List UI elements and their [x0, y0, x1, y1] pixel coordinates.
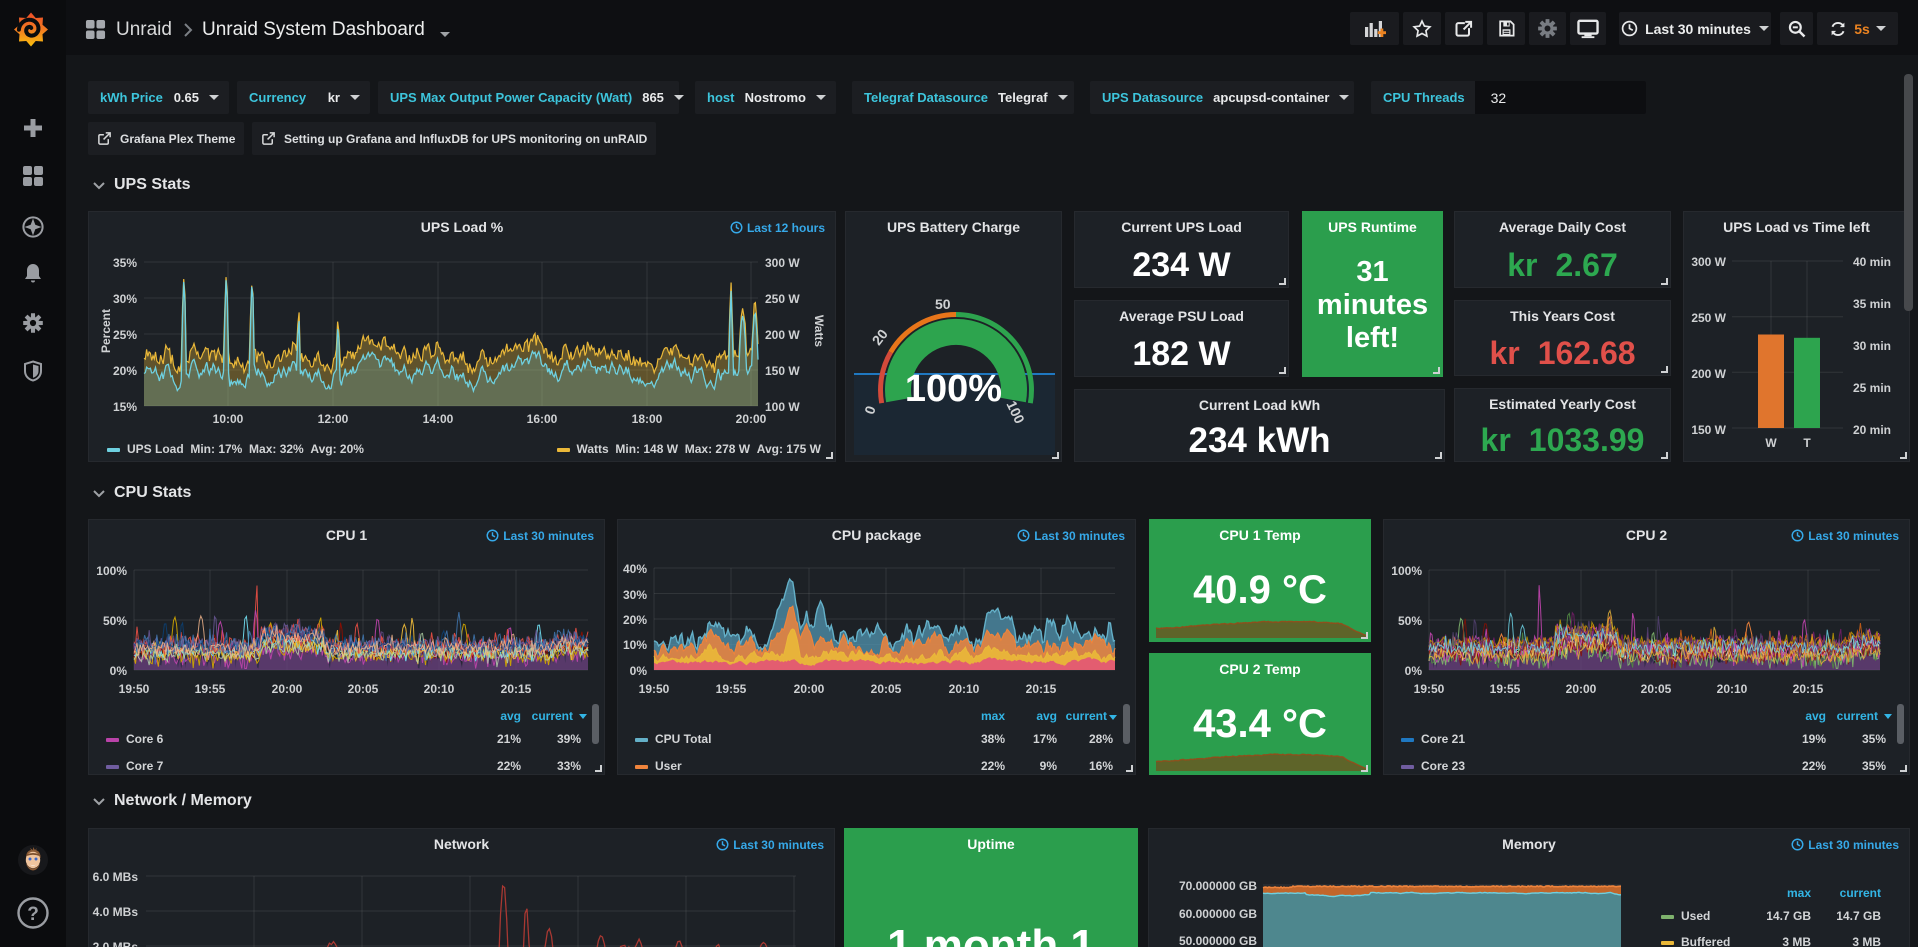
svg-text:?: ?	[27, 904, 39, 925]
